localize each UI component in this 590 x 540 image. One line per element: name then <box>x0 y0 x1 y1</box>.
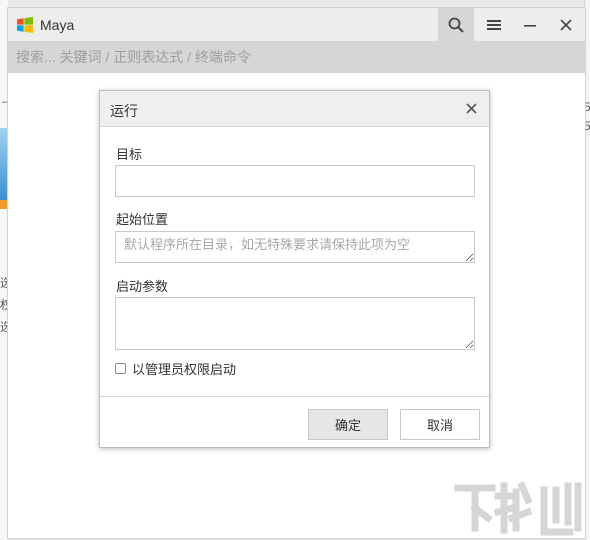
minimize-icon <box>524 24 536 27</box>
search-icon <box>448 17 464 33</box>
args-field[interactable] <box>115 297 475 350</box>
admin-checkbox[interactable] <box>115 363 126 374</box>
admin-checkbox-label: 以管理员权限启动 <box>132 362 237 377</box>
background-window-left <box>0 0 8 540</box>
windows-logo-icon <box>17 17 33 33</box>
admin-checkbox-row[interactable]: 以管理员权限启动 <box>115 359 236 378</box>
dialog-title: 运行 <box>110 103 138 119</box>
ok-button[interactable]: 确定 <box>308 409 388 440</box>
dialog-header[interactable]: 运行 <box>100 91 489 127</box>
window-title: Maya <box>40 17 75 33</box>
target-label: 目标 <box>116 147 143 162</box>
dialog-footer: 确定 取消 <box>100 396 489 448</box>
background-image-fragment <box>0 128 8 200</box>
close-window-button[interactable] <box>548 8 584 41</box>
close-icon <box>560 18 572 31</box>
dialog-close-button[interactable] <box>462 99 480 117</box>
background-accent-fragment <box>0 200 8 209</box>
args-label: 启动参数 <box>116 279 169 294</box>
minimize-button[interactable] <box>512 8 548 41</box>
search-button[interactable] <box>438 8 474 41</box>
close-icon <box>465 102 477 114</box>
cancel-button[interactable]: 取消 <box>400 409 480 440</box>
start-dir-label: 起始位置 <box>116 212 169 227</box>
start-dir-field[interactable] <box>115 231 475 263</box>
target-field[interactable] <box>115 165 475 197</box>
hamburger-menu-icon <box>487 19 501 30</box>
search-input[interactable] <box>16 46 556 68</box>
title-bar[interactable]: Maya <box>8 8 585 41</box>
menu-button[interactable] <box>476 8 512 41</box>
search-bar <box>8 41 585 73</box>
watermark-logo <box>454 481 582 536</box>
run-dialog: 运行 目标 起始位置 启动参数 以管理员权限启动 确定 取消 <box>99 90 490 448</box>
